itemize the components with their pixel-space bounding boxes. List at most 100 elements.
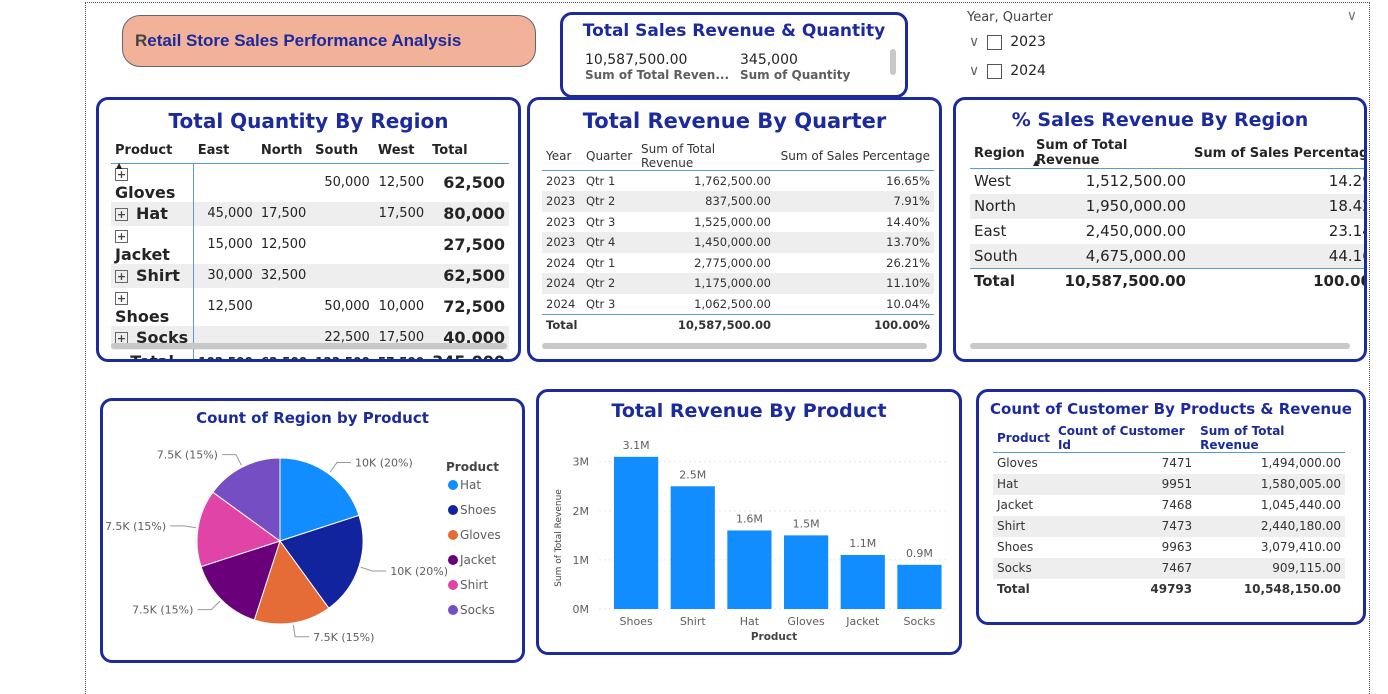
matrix-scrollbar[interactable] [111,343,507,349]
legend-item-socks[interactable]: Socks [460,603,495,617]
slicer-header: Year, Quarter [967,10,1054,25]
slicer-item-2023[interactable]: ∨ 2023 [969,34,1046,50]
col-header-south[interactable]: South [311,139,374,163]
x-tick-label: Hat [740,615,760,628]
pie-data-label: 7.5K (15%) [157,449,218,462]
col-header-east[interactable]: East [194,139,257,163]
bar-title: Total Revenue By Product [611,400,887,422]
slicer-item-2024[interactable]: ∨ 2024 [969,63,1046,79]
table-row[interactable]: 2023 Qtr 4 1,450,000.00 13.70% [542,232,934,253]
table-title: Count of Customer By Products & Revenue [990,400,1352,418]
pie-title: Count of Region by Product [196,409,429,427]
table-row[interactable]: South4,675,000.0044.16% [970,243,1364,269]
col-header-total[interactable]: Total [428,139,509,163]
col-header-region[interactable]: Region [970,138,1032,169]
checkbox[interactable] [987,34,1003,50]
quantity-by-region-matrix[interactable]: Total Quantity By Region Product East No… [96,97,521,362]
bar-chart[interactable]: 0M 1M 2M 3M 3.1M Shoes 2.5M Shirt 1.6M Hat 1.5M Glo… [539,427,959,652]
revenue-value: 10,587,500.00 [585,52,688,68]
table-row[interactable]: 2023 Qtr 2 837,500.00 7.91% [542,191,934,212]
legend-marker [448,555,458,565]
bar-socks[interactable] [897,564,942,609]
table-row[interactable]: Jacket 7468 1,045,440.00 [993,495,1345,516]
table-row[interactable]: + Shirt 30,000 32,500 62,500 [111,263,509,288]
x-tick-label: Socks [903,615,935,628]
table-scrollbar[interactable] [970,343,1350,349]
col-header-count[interactable]: Count of Customer Id [1054,424,1196,453]
matrix-title: Total Quantity By Region [168,109,449,133]
sort-ascending-icon[interactable]: ▲ [1033,158,1039,167]
revenue-by-product-bar[interactable]: Total Revenue By Product 0M 1M 2M 3M 3.1M Sho… [536,389,962,655]
table-row[interactable]: North1,950,000.0018.42% [970,193,1364,219]
pie-data-label: 10K (20%) [355,457,413,470]
pie-data-label: 7.5K (15%) [132,604,193,617]
legend-item-shoes[interactable]: Shoes [460,503,496,517]
expand-chevron-icon[interactable]: ∨ [969,34,979,50]
expand-icon[interactable]: + [115,291,128,305]
table-row[interactable]: East2,450,000.0023.14% [970,219,1364,244]
kpi-card-scrollbar[interactable] [890,49,896,75]
legend-item-hat[interactable]: Hat [460,478,481,492]
table-scrollbar[interactable] [542,343,927,349]
col-header-west[interactable]: West [374,139,428,163]
bar-shoes[interactable] [614,456,659,609]
col-header-revenue[interactable]: Sum of Total Revenue [1196,424,1345,453]
pie-chart[interactable]: 10K (20%) 10K (20%) 7.5K (15%) 7.5K (15%) 7.… [103,431,522,661]
table-row[interactable]: + Hat 45,000 17,500 17,500 80,000 [111,201,509,226]
expand-icon[interactable]: + [115,208,128,221]
col-header-year[interactable]: Year [542,142,582,171]
col-header-quarter[interactable]: Quarter [582,142,637,171]
sales-pct-by-region-table[interactable]: % Sales Revenue By Region Region Sum of … [953,97,1367,362]
y-tick-label: 2M [573,505,590,518]
expand-icon[interactable]: + [115,270,128,283]
expand-icon[interactable]: + [115,229,128,243]
col-header-revenue[interactable]: Sum of Total Revenue [637,142,775,171]
legend-item-shirt[interactable]: Shirt [460,578,488,592]
col-header-percentage[interactable]: Sum of Sales Percentag [1190,138,1364,169]
customer-by-product-table[interactable]: Count of Customer By Products & Revenue … [976,389,1366,625]
legend-item-jacket[interactable]: Jacket [459,553,496,567]
bar-jacket[interactable] [840,555,885,609]
expand-chevron-icon[interactable]: ∨ [969,63,979,79]
year-quarter-slicer[interactable]: Year, Quarter ∨ ∨ 2023 ∨ 2024 [965,8,1365,92]
col-header-revenue[interactable]: Sum of Total Revenue [1032,138,1190,169]
bar-data-label: 0.9M [906,547,933,560]
legend-marker [448,605,458,615]
bar-shirt[interactable] [670,486,715,609]
table-row[interactable]: 2023 Qtr 1 1,762,500.00 16.65% [542,171,934,192]
legend-item-gloves[interactable]: Gloves [460,528,501,542]
col-header-product[interactable]: Product [111,139,194,163]
col-header-north[interactable]: North [257,139,311,163]
col-header-percentage[interactable]: Sum of Sales Percentage [775,142,934,171]
sort-ascending-icon[interactable]: ▲ [116,161,122,170]
y-tick-label: 0M [573,603,590,616]
bar-hat[interactable] [727,530,772,609]
bar-gloves[interactable] [784,535,829,609]
revenue-by-quarter-table[interactable]: Total Revenue By Quarter Year Quarter Su… [527,97,942,362]
x-tick-label: Shoes [620,615,653,628]
col-header-product[interactable]: Product [993,424,1054,453]
count-region-by-product-pie[interactable]: Count of Region by Product 10K (20%) 10K … [100,398,525,663]
total-row: Total 102,500 62,500 122,500 57,500 345,… [111,349,509,359]
table-row[interactable]: 2024 Qtr 2 1,175,000.00 11.10% [542,273,934,294]
table-row[interactable]: 2023 Qtr 3 1,525,000.00 14.40% [542,212,934,233]
table-row[interactable]: +Jacket 15,000 12,500 27,500 [111,225,509,264]
table-row[interactable]: Shirt 7473 2,440,180.00 [993,515,1345,537]
table-row[interactable]: 2024 Qtr 3 1,062,500.00 10.04% [542,294,934,315]
legend-marker [448,580,458,590]
table-row[interactable]: 2024 Qtr 1 2,775,000.00 26.21% [542,253,934,274]
x-tick-label: Gloves [787,615,825,628]
chevron-down-icon[interactable]: ∨ [1347,8,1357,24]
x-axis-title: Product [751,631,797,643]
table-row[interactable]: Shoes 9963 3,079,410.00 [993,537,1345,558]
table-row[interactable]: +Shoes 12,500 50,000 10,000 72,500 [111,287,509,326]
pie-leader-line [221,454,242,466]
table-row[interactable]: +Gloves 50,000 12,500 62,500 [111,163,509,202]
table-row[interactable]: Hat 9951 1,580,005.00 [993,473,1345,495]
table-row[interactable]: West1,512,500.0014.29% [970,169,1364,194]
checkbox[interactable] [987,63,1003,79]
kpi-card[interactable]: Total Sales Revenue & Quantity 10,587,50… [560,12,908,98]
table-row[interactable]: Gloves 7471 1,494,000.00 [993,453,1345,474]
quantity-label: Sum of Quantity [740,68,851,82]
table-row[interactable]: Socks 7467 909,115.00 [993,557,1345,579]
